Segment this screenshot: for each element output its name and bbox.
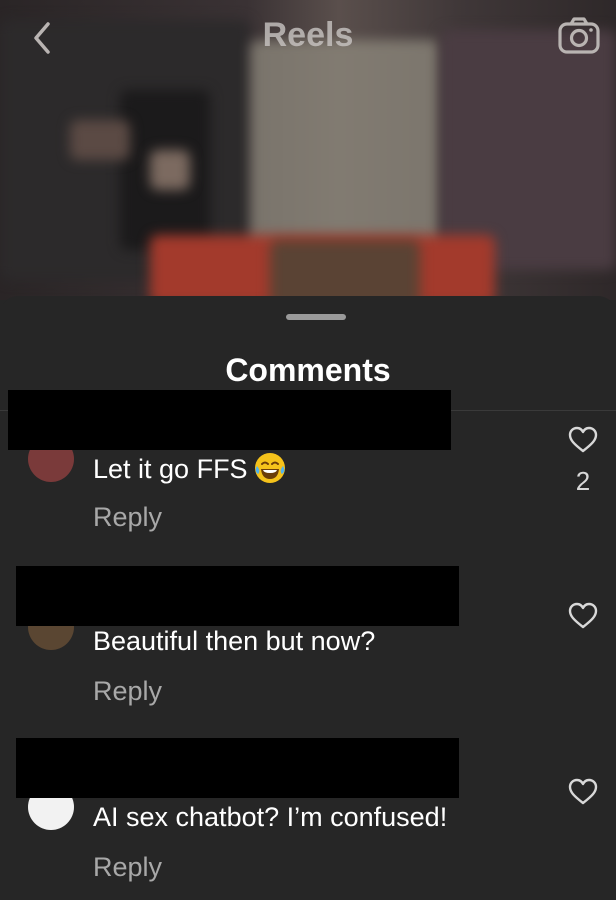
sheet-title: Comments xyxy=(225,352,391,388)
comments-sheet: Comments Let it go FFS Reply 2 Beautiful… xyxy=(0,296,616,900)
redacted-username xyxy=(16,566,459,626)
camera-button[interactable] xyxy=(556,16,602,56)
heart-icon xyxy=(568,778,598,805)
sheet-drag-handle[interactable] xyxy=(286,314,346,320)
like-count: 2 xyxy=(575,466,591,496)
camera-icon xyxy=(558,17,600,54)
comment-text: AI sex chatbot? I’m confused! xyxy=(93,802,448,832)
comment-item: Beautiful then but now? Reply xyxy=(0,564,616,724)
redacted-username xyxy=(8,390,451,450)
reels-top-bar: Reels xyxy=(0,0,616,72)
like-button[interactable] xyxy=(568,426,598,454)
reply-button[interactable]: Reply xyxy=(93,502,162,533)
heart-icon xyxy=(568,426,598,453)
like-button[interactable] xyxy=(568,602,598,630)
page-title: Reels xyxy=(262,16,354,54)
comment-text: Beautiful then but now? xyxy=(93,626,376,656)
comment-text: Let it go FFS xyxy=(93,452,286,485)
heart-icon xyxy=(568,602,598,629)
like-button[interactable] xyxy=(568,778,598,806)
reply-button[interactable]: Reply xyxy=(93,852,162,883)
redacted-username xyxy=(16,738,459,798)
reply-button[interactable]: Reply xyxy=(93,676,162,707)
comment-item: AI sex chatbot? I’m confused! Reply xyxy=(0,736,616,900)
comment-item: Let it go FFS Reply 2 xyxy=(0,386,616,546)
face-with-tears-of-joy-icon xyxy=(254,452,286,484)
